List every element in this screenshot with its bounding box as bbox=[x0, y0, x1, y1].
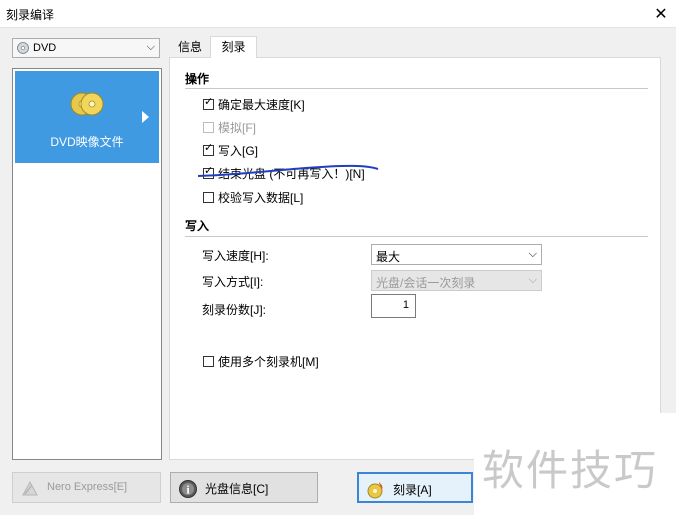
device-select[interactable]: DVD ⌵ bbox=[12, 38, 160, 58]
disc-info-label: 光盘信息[C] bbox=[205, 482, 269, 496]
nero-express-label: Nero Express[E] bbox=[47, 481, 128, 493]
disc-icon bbox=[17, 42, 29, 54]
dvd-discs-icon bbox=[70, 92, 104, 116]
checkbox-label: 模拟[F] bbox=[218, 120, 256, 135]
checkbox-multiple-recorders[interactable]: 使用多个刻录机[M] bbox=[203, 353, 319, 369]
title-bar: 刻录编译 ✕ bbox=[0, 0, 676, 28]
burn-tab-panel: 操作 ✓ 确定最大速度[K] 模拟[F] ✓ 写入[G] ✓ 结束光盘 (不可再… bbox=[169, 57, 661, 460]
write-speed-value: 最大 bbox=[376, 250, 401, 264]
write-heading: 写入 bbox=[185, 219, 210, 233]
write-speed-select[interactable]: 最大 ⌵ bbox=[371, 244, 542, 265]
checkbox-box bbox=[203, 191, 214, 203]
checkbox-box: ✓ bbox=[203, 95, 214, 110]
write-method-label: 写入方式[I]: bbox=[202, 275, 264, 289]
write-divider bbox=[185, 236, 648, 237]
checkbox-label: 写入[G] bbox=[218, 143, 259, 158]
nero-express-icon bbox=[22, 480, 38, 496]
check-icon: ✓ bbox=[204, 141, 214, 154]
checkbox-write[interactable]: ✓ 写入[G] bbox=[203, 142, 258, 158]
checkbox-verify-data[interactable]: 校验写入数据[L] bbox=[203, 189, 303, 205]
copies-label: 刻录份数[J]: bbox=[202, 303, 267, 317]
operations-heading: 操作 bbox=[185, 72, 210, 86]
copies-input[interactable]: 1 bbox=[371, 294, 416, 318]
checkbox-simulate: 模拟[F] bbox=[203, 119, 256, 135]
chevron-down-icon: ⌵ bbox=[146, 41, 155, 53]
close-icon: ✕ bbox=[654, 5, 668, 23]
watermark-text: 软件技巧 bbox=[482, 447, 659, 494]
burn-label: 刻录[A] bbox=[393, 483, 432, 497]
tab-burn[interactable]: 刻录 bbox=[210, 36, 257, 58]
annotation-scribble bbox=[197, 164, 379, 177]
check-icon: ✓ bbox=[204, 95, 214, 108]
disc-info-button[interactable]: i 光盘信息[C] bbox=[170, 472, 318, 503]
checkbox-max-speed[interactable]: ✓ 确定最大速度[K] bbox=[203, 96, 305, 112]
burn-button[interactable]: 刻录[A] bbox=[357, 472, 473, 503]
checkbox-box bbox=[203, 121, 214, 133]
checkbox-box: ✓ bbox=[203, 141, 214, 156]
list-item-label: DVD映像文件 bbox=[50, 135, 124, 149]
list-item-dvd-image[interactable]: DVD映像文件 bbox=[15, 71, 159, 163]
chevron-down-icon: ⌵ bbox=[528, 248, 537, 260]
tab-info[interactable]: 信息 bbox=[170, 38, 210, 58]
checkbox-label: 使用多个刻录机[M] bbox=[218, 354, 319, 369]
compilation-type-list: DVD映像文件 bbox=[12, 68, 162, 460]
disc-info-icon: i bbox=[179, 480, 197, 498]
burn-icon bbox=[367, 482, 383, 499]
watermark: 软件技巧 bbox=[474, 413, 676, 515]
close-button[interactable]: ✕ bbox=[646, 0, 676, 27]
checkbox-box bbox=[203, 355, 214, 367]
nero-express-button: Nero Express[E] bbox=[12, 472, 161, 503]
write-speed-label: 写入速度[H]: bbox=[202, 249, 269, 263]
device-select-value: DVD bbox=[33, 42, 57, 54]
operations-divider bbox=[185, 88, 648, 89]
checkbox-label: 确定最大速度[K] bbox=[218, 97, 305, 112]
write-method-select: 光盘/会话一次刻录 ⌵ bbox=[371, 270, 542, 291]
window-title: 刻录编译 bbox=[6, 8, 55, 22]
checkbox-label: 校验写入数据[L] bbox=[218, 190, 304, 205]
write-method-value: 光盘/会话一次刻录 bbox=[376, 276, 476, 290]
expand-arrow-icon bbox=[142, 111, 149, 123]
chevron-down-icon: ⌵ bbox=[528, 274, 537, 286]
